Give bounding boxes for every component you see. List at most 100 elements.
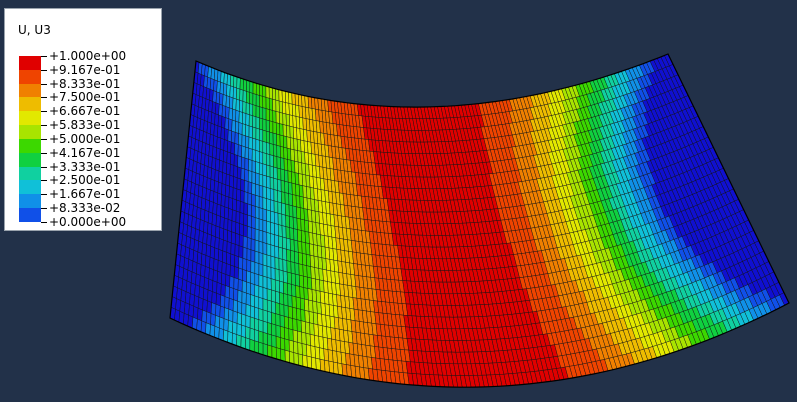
mesh-element [215,303,221,318]
mesh-element [251,171,256,185]
mesh-element [242,246,248,260]
mesh-element [224,206,229,220]
mesh-element [250,249,256,263]
mesh-element [266,243,272,257]
mesh-element [262,96,267,109]
mesh-element [205,311,212,325]
mesh-element [262,174,267,188]
mesh-element [290,250,296,263]
mesh-element [279,303,285,317]
mesh-element [223,318,229,332]
mesh-element [276,156,281,170]
mesh-element [219,305,225,319]
legend-tick [41,208,47,210]
mesh-element [224,285,230,299]
mesh-element [249,305,255,319]
mesh-element [249,327,255,342]
mesh-element [214,314,221,329]
mesh-element [279,280,284,294]
mesh-element [225,274,231,288]
mesh-element [297,353,304,367]
mesh-element [278,235,283,249]
mesh-element [232,176,238,190]
mesh-element [236,188,241,202]
mesh-element [237,144,243,158]
mesh-element [275,99,280,113]
legend-label: +8.333e-02 [49,201,121,216]
mesh-element [290,272,296,286]
mesh-element [278,246,284,260]
mesh-element [233,165,238,179]
mesh-element [225,173,231,187]
mesh-element [283,135,288,149]
mesh-element [217,259,223,274]
mesh-element [249,92,254,105]
mesh-element [262,275,268,290]
mesh-element [266,277,272,291]
legend-label: +2.500e-01 [49,173,121,188]
mesh-element [244,168,249,182]
mesh-element [230,242,236,256]
mesh-element [284,349,290,363]
mesh-element [258,274,264,288]
mesh-element [268,86,273,100]
mesh-element [265,97,270,110]
mesh-element [272,110,277,123]
mesh-element [254,317,260,332]
mesh-element [228,185,234,199]
mesh-element [247,181,253,195]
mesh-element [259,83,263,97]
mesh-element [223,217,229,231]
legend-label: +1.000e+00 [49,49,127,63]
mesh-element [302,354,308,368]
mesh-element [273,177,278,191]
mesh-element [242,269,247,283]
mesh-element [272,132,277,146]
mesh-element [280,348,286,362]
deformed-mesh-contour-plot [169,53,790,388]
mesh-element [202,287,209,302]
mesh-element [240,189,245,203]
mesh-element [246,259,252,273]
mesh-element [266,187,271,201]
mesh-element [267,333,273,347]
mesh-element [287,283,293,297]
mesh-element [237,289,243,304]
mesh-element [252,137,257,151]
mesh-element [269,188,275,202]
mesh-element [234,243,240,258]
mesh-element [275,347,282,361]
mesh-element [229,163,235,177]
mesh-element [272,87,277,101]
mesh-element [274,257,280,270]
mesh-element [265,130,270,144]
mesh-element [262,287,268,301]
mesh-element [241,134,246,148]
legend-label: +8.333e-01 [49,76,121,91]
mesh-element [231,130,236,144]
mesh-element [231,209,237,223]
mesh-element [239,212,245,226]
mesh-element [275,324,281,338]
mesh-element [222,250,228,264]
mesh-element [254,306,260,321]
mesh-element [258,196,264,209]
mesh-element [275,290,280,305]
mesh-element [280,157,285,171]
mesh-element [228,297,234,312]
mesh-element [259,128,264,142]
mesh-element [278,269,284,283]
mesh-element [239,99,244,113]
mesh-element [222,239,228,253]
mesh-element [273,166,278,180]
mesh-element [254,239,260,253]
mesh-element [292,318,298,332]
mesh-element [296,319,302,333]
mesh-element [270,210,275,224]
mesh-element [272,98,277,112]
mesh-element [226,252,232,266]
mesh-element [271,323,277,337]
mesh-element [262,163,267,177]
legend-tick [41,69,47,71]
mesh-element [258,207,264,221]
